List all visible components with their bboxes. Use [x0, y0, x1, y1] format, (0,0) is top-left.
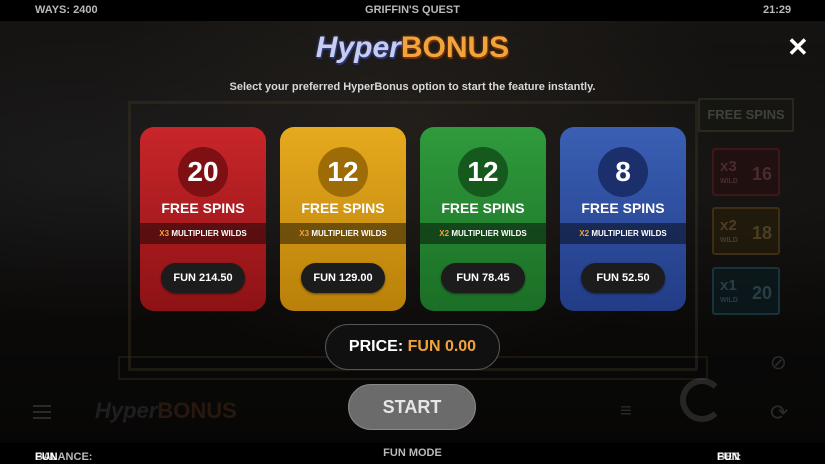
option-price-button[interactable]: FUN 52.50: [581, 263, 665, 293]
spins-count: 12: [458, 147, 508, 197]
logo-hyper: Hyper: [315, 31, 401, 64]
free-spins-label: FREE SPINS: [301, 200, 385, 216]
free-spins-label: FREE SPINS: [581, 200, 665, 216]
price-value: FUN 0.00: [407, 338, 477, 355]
clock: 21:29: [763, 4, 792, 16]
price-display: PRICE: FUN 0.00: [325, 324, 500, 370]
top-bar: WAYS: 2400 GRIFFIN'S QUEST 21:29: [0, 0, 825, 21]
bonus-option-20-spins[interactable]: 20 FREE SPINS X3 MULTIPLIER WILDS FUN 21…: [140, 127, 266, 311]
price-label: PRICE:: [348, 338, 404, 355]
multiplier-label: MULTIPLIER WILDS: [171, 229, 247, 238]
option-price-button[interactable]: FUN 129.00: [301, 263, 385, 293]
bonus-option-12-spins-x3[interactable]: 12 FREE SPINS X3 MULTIPLIER WILDS FUN 12…: [280, 127, 406, 311]
bottom-bar: BALANCE: FUN 10,998.20 FUN MODE BET: FUN…: [0, 443, 825, 464]
start-button[interactable]: START: [348, 384, 476, 430]
multiplier-band: X3 MULTIPLIER WILDS: [140, 223, 266, 244]
spins-count: 8: [598, 147, 648, 197]
logo-bonus: BONUS: [400, 31, 510, 64]
close-icon[interactable]: ✕: [787, 34, 809, 60]
multiplier-band: X3 MULTIPLIER WILDS: [280, 223, 406, 244]
option-price-button[interactable]: FUN 214.50: [161, 263, 245, 293]
multiplier-value: X2: [579, 229, 590, 238]
bonus-option-8-spins[interactable]: 8 FREE SPINS X2 MULTIPLIER WILDS FUN 52.…: [560, 127, 686, 311]
spins-count: 20: [178, 147, 228, 197]
free-spins-label: FREE SPINS: [161, 200, 245, 216]
bonus-option-12-spins-x2[interactable]: 12 FREE SPINS X2 MULTIPLIER WILDS FUN 78…: [420, 127, 546, 311]
bet-value: FUN 1.80: [717, 451, 740, 464]
spins-count: 12: [318, 147, 368, 197]
hyperbonus-logo: HyperBONUS: [0, 31, 825, 65]
multiplier-label: MULTIPLIER WILDS: [591, 229, 667, 238]
multiplier-value: X3: [159, 229, 170, 238]
multiplier-band: X2 MULTIPLIER WILDS: [560, 223, 686, 244]
multiplier-band: X2 MULTIPLIER WILDS: [420, 223, 546, 244]
multiplier-value: X2: [439, 229, 450, 238]
game-title: GRIFFIN'S QUEST: [365, 4, 460, 16]
option-price-button[interactable]: FUN 78.45: [441, 263, 525, 293]
free-spins-label: FREE SPINS: [441, 200, 525, 216]
modal-subtitle: Select your preferred HyperBonus option …: [229, 81, 596, 93]
mode-label: FUN MODE: [383, 447, 442, 459]
multiplier-label: MULTIPLIER WILDS: [311, 229, 387, 238]
multiplier-value: X3: [299, 229, 310, 238]
multiplier-label: MULTIPLIER WILDS: [451, 229, 527, 238]
